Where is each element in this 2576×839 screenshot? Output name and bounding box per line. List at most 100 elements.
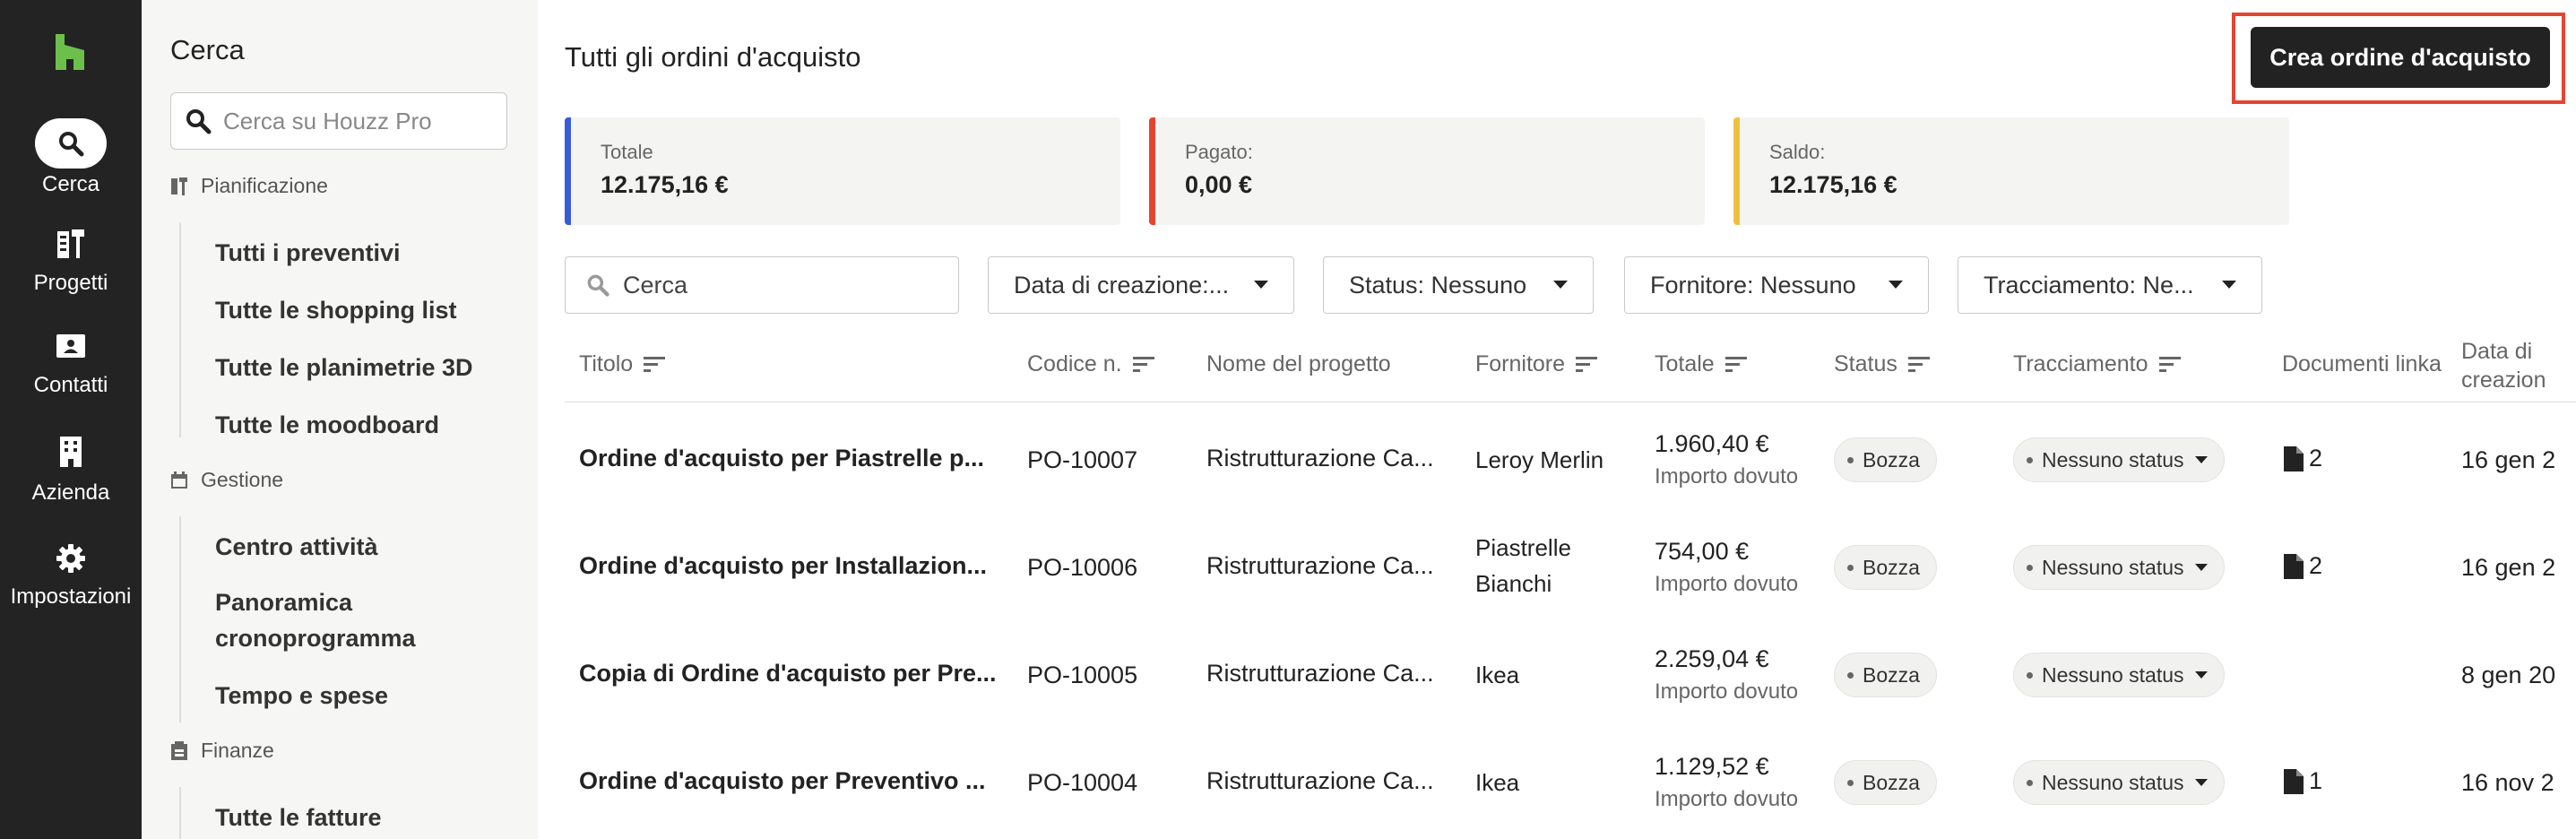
rail-label-contacts: Contatti	[33, 373, 108, 397]
status-badge: Bozza	[1834, 760, 1937, 805]
row-title[interactable]: Ordine d'acquisto per Piastrelle p...	[579, 445, 984, 472]
tracking-dropdown[interactable]: Nessuno status	[2013, 653, 2225, 697]
chevron-down-icon	[1889, 281, 1903, 289]
card-value: 12.175,16 €	[601, 171, 729, 198]
sort-icon	[2158, 356, 2181, 372]
rail-active-pill	[35, 118, 107, 169]
filter-creation-date[interactable]: Data di creazione:...	[988, 256, 1294, 314]
sidebar-item-invoices[interactable]: Tutte le fatture	[215, 800, 382, 835]
filter-status[interactable]: Status: Nessuno	[1323, 256, 1594, 314]
row-date: 16 gen 2	[2461, 554, 2556, 581]
sidebar-divider	[179, 222, 181, 437]
card-accent	[565, 117, 571, 225]
rail-label-company: Azienda	[31, 480, 110, 505]
row-total-due-label: Importo dovuto	[1655, 572, 1799, 596]
status-dot	[2027, 564, 2033, 571]
column-header-documents: Documenti linka	[2282, 351, 2452, 377]
summary-card-paid: Pagato: 0,00 €	[1149, 117, 1705, 225]
column-header-title[interactable]: Titolo	[579, 351, 667, 377]
sidebar-item-estimates[interactable]: Tutti i preventivi	[215, 235, 401, 271]
linked-documents[interactable]: 2	[2284, 445, 2322, 472]
rail-label-settings: Impostazioni	[10, 584, 132, 609]
rail-item-contacts[interactable]: Contatti	[0, 333, 142, 398]
tracking-label: Nessuno status	[2042, 770, 2184, 794]
filter-supplier[interactable]: Fornitore: Nessuno	[1624, 256, 1929, 314]
status-dot	[1847, 456, 1854, 463]
column-header-date: Data di creazion	[2461, 337, 2576, 394]
row-supplier-line2: Bianchi	[1475, 570, 1552, 597]
row-title[interactable]: Ordine d'acquisto per Installazion...	[579, 552, 987, 580]
column-label: Documenti linka	[2282, 351, 2442, 376]
column-header-supplier[interactable]: Fornitore	[1475, 351, 1599, 377]
documents-count: 2	[2309, 552, 2323, 579]
card-value: 0,00 €	[1185, 171, 1253, 198]
status-label: Bozza	[1863, 447, 1920, 471]
row-title[interactable]: Copia di Ordine d'acquisto per Pre...	[579, 660, 997, 688]
orders-search-input[interactable]: Cerca	[565, 256, 959, 314]
column-header-total[interactable]: Totale	[1655, 351, 1749, 377]
sort-icon	[1725, 356, 1747, 372]
sidebar-section-management: Gestione	[170, 468, 283, 492]
row-title[interactable]: Ordine d'acquisto per Preventivo ...	[579, 767, 986, 795]
column-label: Tracciamento	[2013, 351, 2148, 376]
row-supplier: Ikea	[1475, 662, 1520, 688]
row-project[interactable]: Ristrutturazione Ca...	[1206, 767, 1434, 795]
sidebar-search-input[interactable]: Cerca su Houzz Pro	[170, 92, 507, 150]
filter-tracking[interactable]: Tracciamento: Ne...	[1958, 256, 2262, 314]
card-value: 12.175,16 €	[1769, 171, 1897, 198]
status-dot	[2027, 779, 2033, 786]
sidebar-item-activity-center[interactable]: Centro attività	[215, 529, 378, 565]
card-label: Saldo:	[1769, 141, 1826, 163]
card-label: Totale	[601, 141, 653, 163]
contacts-icon	[56, 334, 85, 358]
create-purchase-order-button[interactable]: Crea ordine d'acquisto	[2251, 27, 2550, 88]
sidebar-item-time-expenses[interactable]: Tempo e spese	[215, 678, 388, 714]
sidebar-item-schedule-overview[interactable]: Panoramica cronoprogramma	[215, 584, 448, 656]
chevron-down-icon	[2194, 671, 2208, 679]
row-project[interactable]: Ristrutturazione Ca...	[1206, 552, 1434, 580]
status-badge: Bozza	[1834, 545, 1937, 590]
rail-item-search[interactable]: Cerca	[0, 118, 142, 197]
filter-label: Tracciamento: Ne...	[1984, 271, 2194, 298]
tracking-dropdown[interactable]: Nessuno status	[2013, 545, 2225, 590]
column-label: creazion	[2461, 368, 2546, 393]
sidebar-item-shopping-lists[interactable]: Tutte le shopping list	[215, 292, 457, 328]
document-icon	[2284, 553, 2304, 579]
houzz-logo[interactable]	[56, 34, 84, 70]
row-date: 8 gen 20	[2461, 662, 2556, 688]
tracking-dropdown[interactable]: Nessuno status	[2013, 760, 2225, 805]
status-label: Bozza	[1863, 662, 1920, 687]
column-header-code[interactable]: Codice n.	[1027, 351, 1156, 377]
rail-item-projects[interactable]: Progetti	[0, 228, 142, 296]
sidebar-item-floorplans[interactable]: Tutte le planimetrie 3D	[215, 350, 473, 385]
row-total: 1.129,52 €	[1655, 753, 1769, 780]
row-total: 1.960,40 €	[1655, 430, 1769, 457]
search-icon	[186, 109, 212, 134]
sidebar-section-finance: Finanze	[170, 739, 274, 763]
column-label: Fornitore	[1475, 351, 1566, 376]
column-header-tracking[interactable]: Tracciamento	[2013, 351, 2183, 377]
chevron-down-icon	[1553, 281, 1568, 289]
sort-icon	[644, 356, 666, 372]
rail-item-settings[interactable]: Impostazioni	[0, 543, 142, 610]
status-badge: Bozza	[1834, 437, 1937, 482]
sort-icon	[1576, 356, 1598, 372]
rail-label-projects: Progetti	[33, 271, 108, 295]
column-header-status[interactable]: Status	[1834, 351, 1932, 377]
row-project[interactable]: Ristrutturazione Ca...	[1206, 660, 1434, 688]
linked-documents[interactable]: 2	[2284, 552, 2322, 580]
card-label: Pagato:	[1185, 141, 1253, 163]
document-icon	[2284, 768, 2304, 794]
column-label: Totale	[1655, 351, 1715, 376]
documents-count: 2	[2309, 445, 2323, 471]
sidebar-item-moodboards[interactable]: Tutte le moodboard	[215, 407, 439, 443]
search-icon	[59, 132, 84, 157]
row-project[interactable]: Ristrutturazione Ca...	[1206, 445, 1434, 472]
linked-documents[interactable]: 1	[2284, 767, 2322, 795]
status-label: Bozza	[1863, 555, 1920, 579]
row-code: PO-10005	[1027, 662, 1138, 688]
rail-item-company[interactable]: Azienda	[0, 436, 142, 506]
chevron-down-icon	[1254, 281, 1268, 289]
tracking-dropdown[interactable]: Nessuno status	[2013, 437, 2225, 482]
row-supplier: Piastrelle	[1475, 534, 1571, 561]
